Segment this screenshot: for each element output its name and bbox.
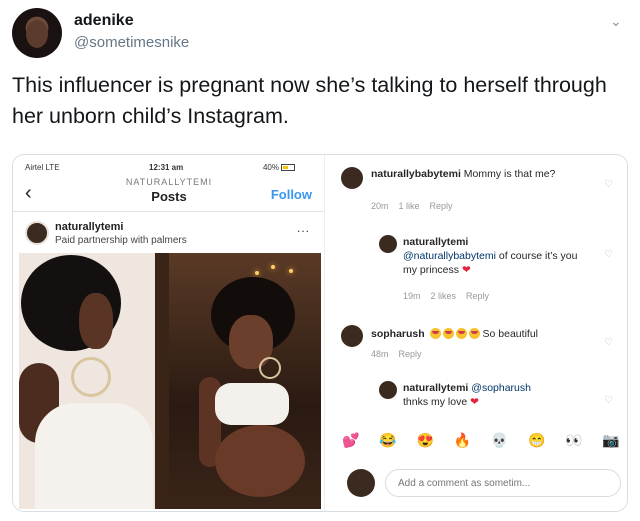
commenter-avatar[interactable] <box>341 167 363 189</box>
reply-button[interactable]: Reply <box>430 201 453 211</box>
comment-meta: 48m Reply <box>371 349 432 359</box>
comment-username[interactable]: naturallytemi <box>403 236 468 248</box>
status-bar: Airtel LTE 12:31 am 40% <box>13 161 325 173</box>
skull-emoji-button[interactable]: 💀 <box>490 432 510 449</box>
like-heart-icon[interactable]: ♡ <box>604 179 613 190</box>
comment-text: Mommy is that me? <box>463 168 556 180</box>
smile-emoji <box>468 328 480 339</box>
post-author-name[interactable]: naturallytemi <box>55 221 123 233</box>
smile-emoji <box>429 328 441 339</box>
grin-emoji-button[interactable]: 😁 <box>527 432 547 449</box>
instagram-post-screenshot: Airtel LTE 12:31 am 40% ‹ NATURALLYTEMI … <box>13 155 325 511</box>
comment-mention[interactable]: @sopharush <box>471 382 531 394</box>
smile-emoji <box>455 328 467 339</box>
light-bulb <box>289 269 293 273</box>
heart-eyes-emoji-button[interactable]: 😍 <box>415 432 435 449</box>
comment-time: 48m <box>371 349 389 359</box>
laughing-emoji-button[interactable]: 😂 <box>378 432 398 449</box>
comment-likes[interactable]: 2 likes <box>431 291 457 301</box>
tweet-text: This influencer is pregnant now she’s ta… <box>12 73 607 128</box>
carrier-label: Airtel LTE <box>25 163 60 172</box>
comment: naturallytemi @sopharush thnks my love ❤ <box>403 381 593 409</box>
clock: 12:31 am <box>149 163 184 172</box>
heart-emoji: ❤ <box>470 396 479 408</box>
fire-emoji-button[interactable]: 🔥 <box>452 432 472 449</box>
comment-meta: 19m 2 likes Reply <box>403 291 499 301</box>
post-author-avatar[interactable] <box>25 221 49 245</box>
commenter-avatar[interactable] <box>379 381 397 399</box>
emoji-quick-bar: 💕 😂 😍 🔥 💀 😁 👀 📷 <box>341 431 621 449</box>
like-heart-icon[interactable]: ♡ <box>604 337 613 348</box>
paid-partnership-label: Paid partnership with palmers <box>55 235 187 246</box>
divider <box>13 211 325 212</box>
chevron-down-icon[interactable]: ⌄ <box>610 14 624 28</box>
tweet-image[interactable]: Airtel LTE 12:31 am 40% ‹ NATURALLYTEMI … <box>12 154 628 512</box>
battery-percent: 40% <box>262 163 279 172</box>
comments-panel: naturallybabytemi Mommy is that me? 20m 1… <box>331 155 627 511</box>
like-heart-icon[interactable]: ♡ <box>604 395 613 406</box>
light-bulb <box>271 265 275 269</box>
comment: sopharush So beautiful <box>371 327 601 341</box>
reply-button[interactable]: Reply <box>399 349 422 359</box>
current-user-avatar <box>347 469 375 497</box>
eyes-emoji-button[interactable]: 👀 <box>564 432 584 449</box>
like-heart-icon[interactable]: ♡ <box>604 249 613 260</box>
comment-time: 19m <box>403 291 421 301</box>
reply-button[interactable]: Reply <box>466 291 489 301</box>
more-options-icon[interactable]: ... <box>297 221 310 235</box>
comment-meta: 20m 1 like Reply <box>371 201 463 211</box>
comment-username[interactable]: naturallytemi <box>403 382 468 394</box>
light-bulb <box>255 271 259 275</box>
profile-username: NATURALLYTEMI <box>125 177 213 187</box>
comment-text: So beautiful <box>482 328 538 340</box>
comment-likes[interactable]: 1 like <box>399 201 420 211</box>
comment: naturallytemi @naturallybabytemi of cour… <box>403 235 593 277</box>
commenter-avatar[interactable] <box>379 235 397 253</box>
two-hearts-emoji-button[interactable]: 💕 <box>341 432 361 449</box>
comment-input[interactable] <box>385 469 621 497</box>
comment-time: 20m <box>371 201 389 211</box>
battery-indicator: 40% <box>263 163 295 172</box>
post-photo <box>19 253 321 509</box>
comment-username[interactable]: sopharush <box>371 328 425 340</box>
commenter-avatar[interactable] <box>341 325 363 347</box>
display-name[interactable]: adenike <box>74 12 134 30</box>
comment: naturallybabytemi Mommy is that me? <box>371 167 591 181</box>
smile-emoji <box>442 328 454 339</box>
comment-mention[interactable]: @naturallybabytemi <box>403 250 496 262</box>
follow-button[interactable]: Follow <box>271 187 312 202</box>
comment-text: thnks my love <box>403 396 468 408</box>
heart-emoji: ❤ <box>461 264 471 276</box>
camera-icon[interactable]: 📷 <box>601 432 621 449</box>
comment-username[interactable]: naturallybabytemi <box>371 168 461 180</box>
battery-icon <box>281 164 295 171</box>
user-handle[interactable]: @sometimesnike <box>74 34 189 51</box>
avatar[interactable] <box>12 8 62 58</box>
